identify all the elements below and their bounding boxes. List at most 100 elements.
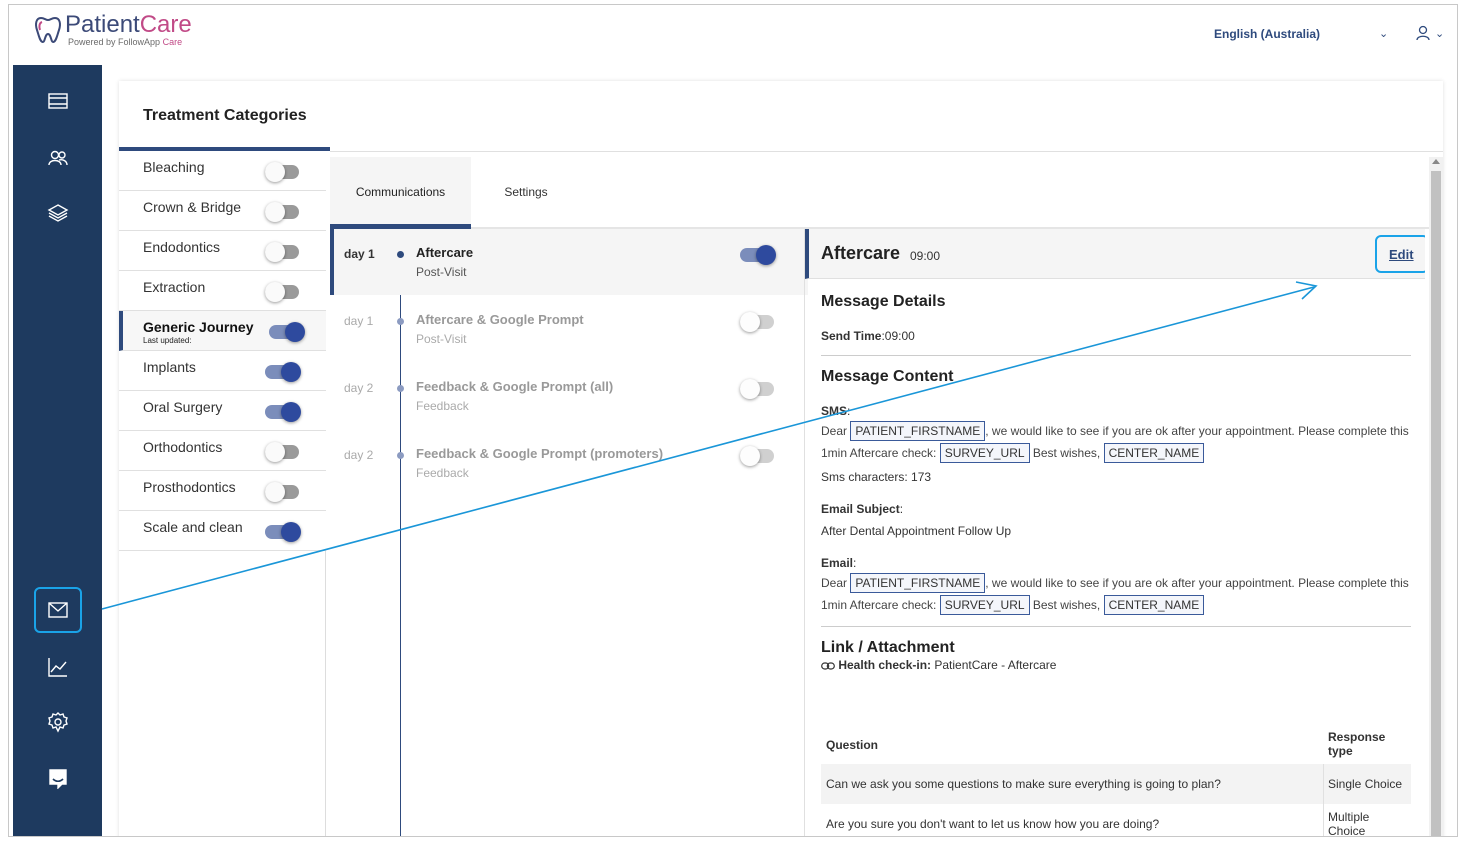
divider (821, 355, 1411, 356)
sidebar (13, 65, 102, 836)
email-label-text: Email (821, 556, 854, 570)
detail-header: Aftercare 09:00 Edit (805, 229, 1425, 279)
sms-label-text: SMS (821, 404, 848, 418)
category-label: Oral Surgery (143, 399, 223, 415)
category-item[interactable]: Crown & Bridge (119, 191, 326, 231)
response-type: Single Choice (1328, 777, 1403, 791)
toggle-knob (265, 202, 285, 222)
categories-header: Treatment Categories (119, 81, 330, 151)
user-menu[interactable]: ⌄ (1415, 25, 1444, 41)
sms-body-line-1: Dear PATIENT_FIRSTNAME, we would like to… (821, 421, 1421, 441)
category-item[interactable]: Generic Journey Last updated: (119, 311, 326, 351)
category-item[interactable]: Oral Surgery (119, 391, 326, 431)
category-item[interactable]: Prosthodontics (119, 471, 326, 511)
sms-text-2: 1min Aftercare check: (821, 446, 940, 460)
response-type: Multiple Choice (1328, 810, 1370, 837)
category-item[interactable]: Bleaching (119, 151, 326, 191)
tab-bar: Communications Settings (330, 157, 1430, 229)
scrollbar[interactable] (1429, 157, 1443, 836)
toggle-knob (265, 242, 285, 262)
app-window: PatientCare Powered by FollowApp Care En… (8, 4, 1458, 837)
message-toggle[interactable] (740, 245, 776, 265)
category-toggle[interactable] (265, 242, 299, 262)
toggle-knob (740, 446, 760, 466)
sms-label-colon: : (847, 404, 851, 418)
category-toggle[interactable] (265, 362, 301, 382)
layers-icon[interactable] (43, 198, 73, 228)
send-time: Send Time:09:00 (821, 329, 915, 343)
category-label: Generic Journey (143, 319, 254, 335)
category-label: Prosthodontics (143, 479, 236, 495)
category-item[interactable]: Endodontics (119, 231, 326, 271)
timeline-message[interactable]: day 1 Aftercare Post-Visit (330, 229, 808, 295)
patients-icon[interactable] (43, 143, 73, 173)
email-label-colon: : (853, 556, 857, 570)
email-subject-label: Email Subject: (821, 502, 903, 516)
edit-button[interactable]: Edit (1389, 247, 1414, 262)
category-list: Bleaching Crown & Bridge Endodontics Extrac… (119, 151, 326, 836)
send-time-label: Send Time (821, 329, 882, 343)
message-details-heading: Message Details (821, 293, 946, 310)
analytics-icon[interactable] (43, 652, 73, 682)
table-row: Can we ask you some questions to make su… (821, 764, 1411, 804)
category-item[interactable]: Scale and clean (119, 511, 326, 551)
category-toggle[interactable] (265, 402, 301, 422)
category-label: Implants (143, 359, 196, 375)
category-toggle[interactable] (265, 202, 299, 222)
category-label: Crown & Bridge (143, 199, 242, 215)
category-toggle[interactable] (265, 282, 299, 302)
message-toggle[interactable] (740, 446, 774, 466)
timeline-message[interactable]: day 1 Aftercare & Google Prompt Post-Visit (330, 296, 808, 362)
category-toggle[interactable] (269, 322, 305, 342)
tab-communications[interactable]: Communications (330, 157, 471, 229)
message-type: Feedback (416, 399, 469, 413)
category-item[interactable]: Implants (119, 351, 326, 391)
sms-text: , we would like to see if you are ok aft… (985, 424, 1409, 438)
placeholder-center-name: CENTER_NAME (1103, 595, 1205, 615)
scroll-up-arrow[interactable] (1432, 159, 1440, 164)
email-subject-colon: : (899, 502, 904, 516)
language-selector[interactable]: English (Australia) (1214, 27, 1320, 41)
category-toggle[interactable] (265, 442, 299, 462)
sms-body-line-2: 1min Aftercare check: SURVEY_URL Best wi… (821, 443, 1421, 463)
powered-by-care: Care (160, 37, 183, 47)
toggle-knob (281, 362, 301, 382)
chevron-down-icon[interactable]: ⌄ (1379, 27, 1388, 40)
settings-icon[interactable] (43, 707, 73, 737)
message-toggle[interactable] (740, 312, 774, 332)
category-toggle[interactable] (265, 162, 299, 182)
email-subject: After Dental Appointment Follow Up (821, 524, 1012, 538)
toggle-knob (265, 442, 285, 462)
content-card: Treatment Categories Bleaching Crown & Br… (119, 81, 1443, 837)
categories-title: Treatment Categories (143, 107, 307, 124)
toggle-knob (265, 482, 285, 502)
message-type: Post-Visit (416, 332, 467, 346)
chat-icon[interactable] (43, 763, 73, 793)
mail-icon[interactable] (43, 595, 73, 625)
message-day: day 1 (344, 314, 374, 328)
sms-label: SMS: (821, 404, 850, 418)
scrollbar-thumb[interactable] (1431, 171, 1441, 836)
placeholder-patient-firstname: PATIENT_FIRSTNAME (850, 573, 986, 593)
dashboard-icon[interactable] (43, 86, 73, 116)
question-text: Can we ask you some questions to make su… (826, 777, 1221, 791)
sms-characters: Sms characters: 173 (821, 470, 932, 484)
email-body-line-2: 1min Aftercare check: SURVEY_URL Best wi… (821, 595, 1421, 615)
timeline-message[interactable]: day 2 Feedback & Google Prompt (all) Feedb… (330, 363, 808, 429)
category-item[interactable]: Orthodontics (119, 431, 326, 471)
email-best-wishes: Best wishes, (1029, 598, 1104, 612)
toggle-knob (740, 379, 760, 399)
category-toggle[interactable] (265, 482, 299, 502)
detail-time: 09:00 (910, 249, 941, 263)
category-label: Orthodontics (143, 439, 223, 455)
patientcare-logo[interactable]: PatientCare Powered by FollowApp Care (33, 13, 192, 47)
column-header-question: Question (826, 738, 879, 752)
tab-settings[interactable]: Settings (471, 157, 581, 227)
category-item[interactable]: Extraction (119, 271, 326, 311)
category-toggle[interactable] (265, 522, 301, 542)
sms-best-wishes: Best wishes, (1029, 446, 1104, 460)
health-check-in: Health check-in: PatientCare - Aftercare (821, 658, 1056, 672)
message-toggle[interactable] (740, 379, 774, 399)
brand-name-care: Care (139, 11, 192, 38)
timeline-message[interactable]: day 2 Feedback & Google Prompt (promoters… (330, 430, 808, 496)
